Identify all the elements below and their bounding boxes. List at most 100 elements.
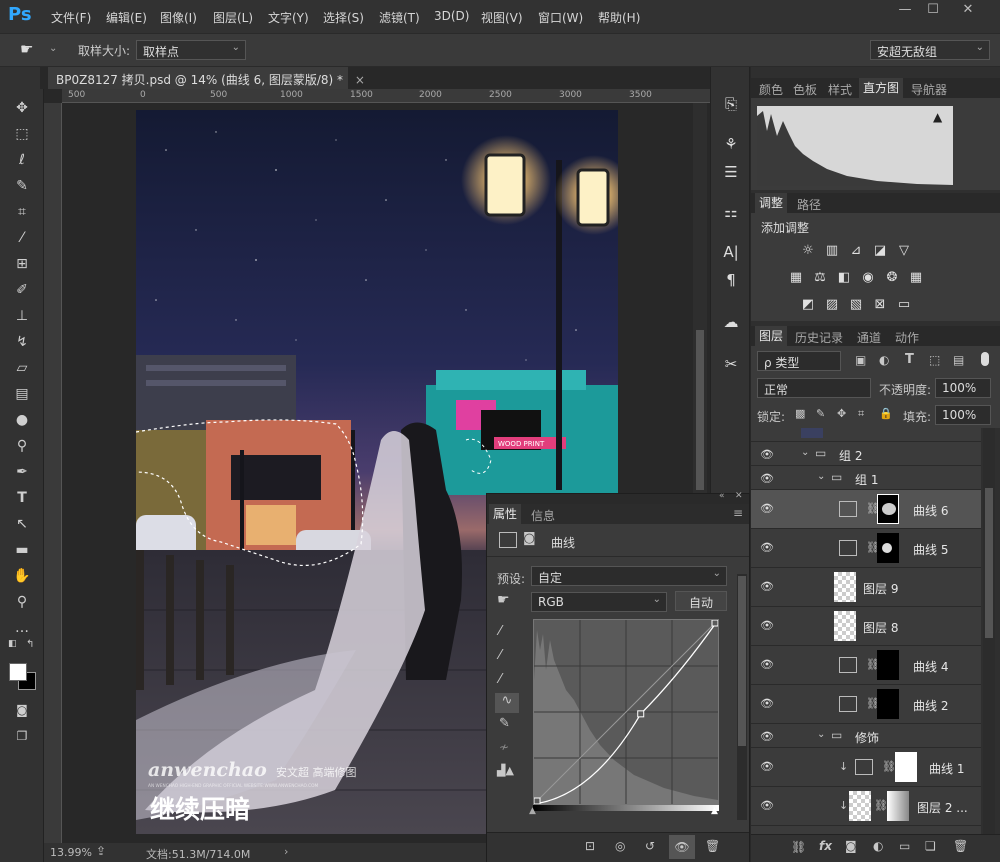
paragraph-panel-icon[interactable]: ¶ (720, 269, 742, 291)
layer-row-layer-2[interactable]: 👁 ↓ ⛓ 图层 2 ... (751, 787, 981, 826)
view-previous-icon[interactable]: ◎ (615, 839, 625, 853)
draw-curve-icon[interactable]: ✎ (499, 716, 510, 731)
menu-edit[interactable]: 编辑(E) (106, 9, 147, 26)
tab-color[interactable]: 颜色 (759, 81, 783, 98)
tab-channels[interactable]: 通道 (857, 329, 881, 346)
layer-mask-thumbnail[interactable] (887, 791, 909, 821)
reset-icon[interactable]: ↺ (645, 839, 655, 853)
lock-position-icon[interactable]: ✥ (837, 407, 846, 420)
brush-settings-icon[interactable]: ⚘ (720, 133, 742, 155)
visibility-eye-icon[interactable]: 👁 (760, 730, 776, 743)
layer-filter-select[interactable]: ρ 类型 (757, 351, 841, 371)
type-tool-icon[interactable]: T (10, 487, 34, 509)
clone-source-icon[interactable]: ⚏ (720, 201, 742, 223)
new-group-icon[interactable]: ▭ (899, 839, 910, 853)
lock-pixels-icon[interactable]: ✎ (816, 407, 825, 420)
black-slider-icon[interactable]: ▲ (529, 806, 536, 816)
levels-icon[interactable]: ▥ (823, 243, 841, 259)
link-icon[interactable]: ⛓ (874, 799, 888, 812)
dodge-tool-icon[interactable]: ⚲ (10, 435, 34, 457)
foreground-color-swatch[interactable] (9, 663, 27, 681)
lasso-tool-icon[interactable]: ℓ (10, 149, 34, 171)
sample-white-point-icon[interactable]: ⁄ (499, 672, 501, 687)
layers-scrollbar[interactable] (983, 428, 995, 834)
layer-row-group-2[interactable]: 👁 ⌄ ▭ 组 2 (751, 442, 981, 466)
rectangle-tool-icon[interactable]: ▬ (10, 539, 34, 561)
eyedropper-tool-icon[interactable]: ⁄ (10, 227, 34, 249)
filter-type-icon[interactable]: T (905, 352, 914, 367)
auto-button[interactable]: 自动 (675, 591, 727, 611)
channel-mixer-icon[interactable]: ❂ (883, 270, 901, 286)
hue-saturation-icon[interactable]: ▦ (787, 270, 805, 286)
layer-row-curves-4[interactable]: 👁 ⛓ 曲线 4 (751, 646, 981, 685)
workspace-select[interactable]: 安超无敌组 ⌄ (870, 40, 990, 60)
export-icon[interactable]: ⇪ (96, 844, 106, 858)
menu-window[interactable]: 窗口(W) (538, 9, 583, 26)
photo-filter-icon[interactable]: ◉ (859, 270, 877, 286)
mask-icon[interactable]: ◙ (523, 531, 536, 546)
visibility-eye-icon[interactable]: 👁 (760, 580, 776, 593)
tab-history[interactable]: 历史记录 (795, 329, 843, 346)
targeted-adjustment-icon[interactable]: ☛ (497, 592, 510, 608)
menu-help[interactable]: 帮助(H) (598, 9, 640, 26)
lock-all-icon[interactable]: 🔒 (879, 407, 893, 420)
tab-histogram[interactable]: 直方图 (859, 78, 904, 98)
brush-tool-icon[interactable]: ✐ (10, 279, 34, 301)
filter-shape-icon[interactable]: ⬚ (929, 353, 940, 367)
layer-thumbnail[interactable] (849, 791, 871, 821)
chevron-down-icon[interactable]: ⌄ (49, 43, 57, 54)
tab-paths[interactable]: 路径 (797, 196, 821, 213)
visibility-eye-icon[interactable]: 👁 (760, 502, 776, 515)
blur-tool-icon[interactable]: ● (10, 409, 34, 431)
menu-view[interactable]: 视图(V) (481, 9, 523, 26)
menu-type[interactable]: 文字(Y) (268, 9, 309, 26)
healing-brush-tool-icon[interactable]: ⊞ (10, 253, 34, 275)
panel-menu-icon[interactable]: ≡ (733, 506, 743, 520)
menu-layer[interactable]: 图层(L) (213, 9, 253, 26)
filter-smart-object-icon[interactable]: ▤ (953, 353, 964, 367)
close-icon[interactable]: ✕ (735, 491, 743, 501)
link-layers-icon[interactable]: ⛓ (791, 840, 806, 854)
layer-mask-thumbnail[interactable] (877, 494, 899, 524)
crop-tool-icon[interactable]: ⌗ (10, 201, 34, 223)
tab-styles[interactable]: 样式 (828, 81, 852, 98)
white-slider-icon[interactable]: ▲ (711, 806, 718, 816)
trash-icon[interactable]: 🗑 (705, 839, 720, 853)
menu-select[interactable]: 选择(S) (323, 9, 364, 26)
filter-adjustment-icon[interactable]: ◐ (879, 353, 889, 367)
tab-swatches[interactable]: 色板 (793, 81, 817, 98)
eyedropper-tool-preset-icon[interactable]: ☛ (20, 40, 33, 58)
properties-scrollbar[interactable] (737, 574, 747, 820)
layer-row-curves-5[interactable]: 👁 ⛓ 曲线 5 (751, 529, 981, 568)
curve-control-point[interactable] (533, 797, 541, 805)
blend-mode-select[interactable]: 正常 (757, 378, 871, 398)
curves-graph[interactable] (533, 619, 719, 805)
visibility-eye-icon[interactable]: 👁 (760, 760, 776, 773)
visibility-eye-icon[interactable]: 👁 (760, 472, 776, 485)
screen-mode-icon[interactable]: ❐ (10, 725, 34, 747)
quick-mask-icon[interactable]: ◙ (10, 699, 34, 721)
layer-row-layer-8[interactable]: 👁 图层 8 (751, 607, 981, 646)
opacity-input[interactable]: 100% (935, 378, 991, 398)
tab-navigator[interactable]: 导航器 (911, 81, 947, 98)
layer-mask-thumbnail[interactable] (877, 689, 899, 719)
brightness-icon[interactable]: ☼ (799, 243, 817, 259)
swap-colors-icon[interactable]: ↰ (26, 639, 34, 650)
curve-control-point[interactable] (637, 710, 645, 718)
threshold-icon[interactable]: ▧ (847, 297, 865, 313)
new-adjustment-icon[interactable]: ◐ (873, 839, 883, 853)
posterize-icon[interactable]: ▨ (823, 297, 841, 313)
visibility-eye-icon[interactable]: 👁 (760, 541, 776, 554)
layer-row-partial[interactable] (751, 428, 981, 442)
quick-select-tool-icon[interactable]: ✎ (10, 175, 34, 197)
visibility-eye-icon[interactable]: 👁 (760, 448, 776, 461)
clipping-warning-icon[interactable]: ▟▲ (497, 764, 514, 777)
layer-thumbnail[interactable] (834, 611, 856, 641)
hand-tool-icon[interactable]: ✋ (10, 565, 34, 587)
visibility-eye-icon[interactable]: 👁 (669, 835, 695, 859)
invert-icon[interactable]: ◩ (799, 297, 817, 313)
sample-gray-point-icon[interactable]: ⁄ (499, 648, 501, 663)
black-white-icon[interactable]: ◧ (835, 270, 853, 286)
filter-toggle[interactable] (981, 352, 989, 366)
scrollbar-thumb[interactable] (696, 330, 704, 490)
